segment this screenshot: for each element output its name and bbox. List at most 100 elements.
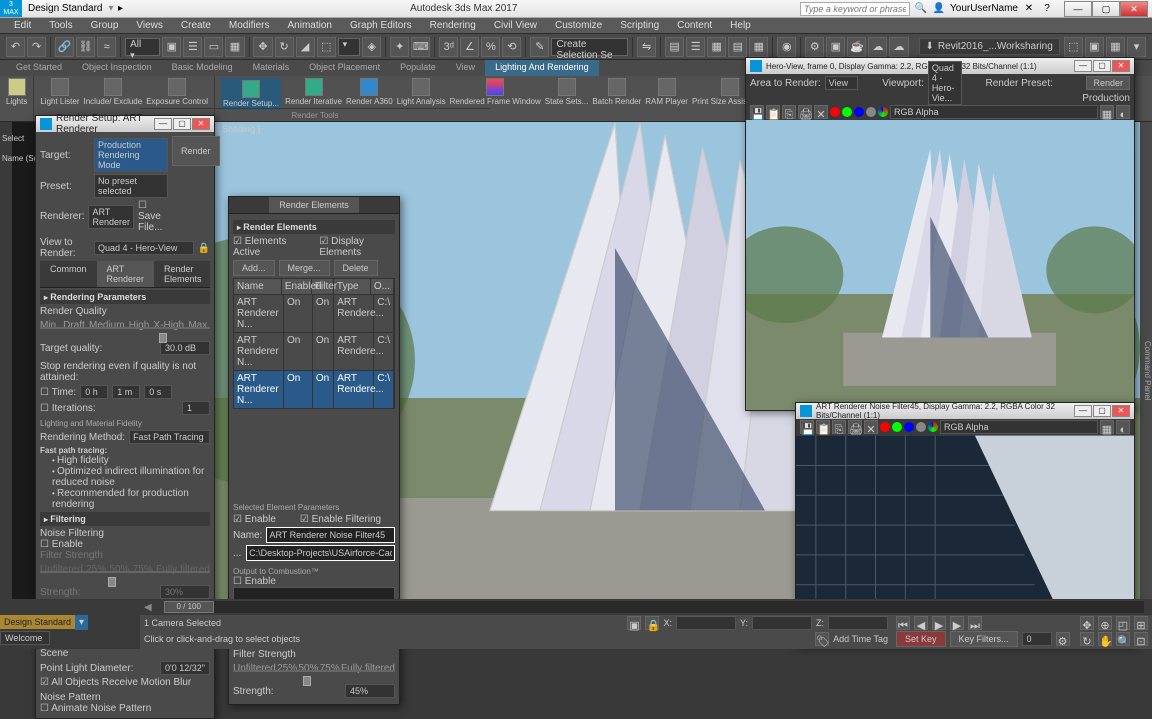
workspace-badge[interactable]: Design Standard — [0, 615, 75, 629]
spinner-snap-button[interactable]: ⟲ — [502, 37, 521, 57]
select-name-button[interactable]: ☰ — [183, 37, 202, 57]
vp-nav-8-icon[interactable]: ⊡ — [1134, 632, 1148, 646]
view-select[interactable]: Quad 4 - Hero-View — [94, 241, 194, 255]
named-sel-dropdown[interactable]: Create Selection Se ▾ — [551, 38, 628, 56]
render-setup-button-ribbon[interactable]: Render Setup... — [221, 78, 281, 110]
menu-content[interactable]: Content — [669, 20, 720, 31]
angle-snap-button[interactable]: ∠ — [460, 37, 479, 57]
vp-select[interactable]: Quad 4 - Hero-Vie... — [928, 61, 962, 105]
dlg-max-button[interactable]: ▢ — [1093, 60, 1111, 72]
menu-scripting[interactable]: Scripting — [612, 20, 667, 31]
select-button[interactable]: ▣ — [162, 37, 181, 57]
help-icon[interactable]: ? — [1040, 2, 1054, 16]
maximize-button[interactable]: ▢ — [1092, 1, 1120, 17]
menu-modifiers[interactable]: Modifiers — [221, 20, 278, 31]
selection-filter[interactable]: All ▾ — [125, 38, 160, 56]
rfw-render-button[interactable]: Render — [1086, 76, 1130, 90]
clear-icon[interactable]: ✕ — [814, 105, 828, 119]
re-tab[interactable]: Render Elements — [269, 197, 359, 213]
help-search-input[interactable] — [800, 2, 910, 16]
x-input[interactable] — [676, 616, 736, 630]
menu-customize[interactable]: Customize — [547, 20, 610, 31]
menu-help[interactable]: Help — [722, 20, 759, 31]
elements-active-check[interactable]: Elements Active — [233, 236, 303, 258]
curve-editor-button[interactable]: ▤ — [728, 37, 747, 57]
vp-nav-7-icon[interactable]: 🔍 — [1116, 632, 1130, 646]
display-elements-check[interactable]: Display Elements — [319, 236, 395, 258]
save-file-check[interactable]: Save File... — [138, 200, 168, 233]
y-input[interactable] — [752, 616, 812, 630]
rtab-basic-modeling[interactable]: Basic Modeling — [162, 60, 243, 76]
vp-nav-2-icon[interactable]: ⊕ — [1098, 616, 1112, 630]
frame-input[interactable] — [1022, 632, 1052, 646]
scale-button[interactable]: ◢ — [296, 37, 315, 57]
time-s[interactable]: 0 s — [144, 385, 172, 399]
rtab-populate[interactable]: Populate — [390, 60, 446, 76]
nf-slider[interactable] — [233, 670, 395, 672]
toggle-icon[interactable]: ◐ — [1116, 105, 1130, 119]
exposure-button[interactable]: Exposure Control — [146, 78, 208, 106]
sep-filter-check[interactable]: Enable Filtering — [300, 514, 381, 525]
key-filters-button[interactable]: Key Filters... — [950, 631, 1018, 647]
set-key-button[interactable]: Set Key — [896, 631, 946, 647]
rtab-object-inspection[interactable]: Object Inspection — [72, 60, 162, 76]
bind-button[interactable]: ≈ — [97, 37, 116, 57]
tab-render-elements[interactable]: Render Elements — [154, 261, 212, 287]
rtab-view[interactable]: View — [446, 60, 485, 76]
quality-slider[interactable] — [40, 327, 210, 329]
animate-np-check[interactable]: Animate Noise Pattern — [40, 703, 210, 714]
light-lister-button[interactable]: Light Lister — [40, 78, 79, 106]
ws-dropdown-icon[interactable]: ▾ — [75, 615, 88, 630]
batch-render-button[interactable]: Batch Render — [592, 78, 641, 110]
combustion-enable-check[interactable]: Enable — [233, 576, 395, 587]
align-button[interactable]: ▤ — [665, 37, 684, 57]
element-name-input[interactable] — [266, 527, 395, 543]
vp-nav-5-icon[interactable]: ↻ — [1080, 632, 1094, 646]
clone-icon[interactable]: ⎘ — [782, 105, 796, 119]
menu-civil-view[interactable]: Civil View — [486, 20, 545, 31]
play-icon[interactable]: ▶ — [932, 616, 946, 630]
channel-select[interactable]: RGB Alpha — [890, 105, 1098, 119]
rtab-object-placement[interactable]: Object Placement — [299, 60, 390, 76]
preset-select[interactable]: No preset selected — [94, 174, 168, 198]
ram-player-button[interactable]: RAM Player — [645, 78, 688, 110]
tab-common[interactable]: Common — [40, 261, 97, 287]
next-frame-icon[interactable]: ▶ — [950, 616, 964, 630]
pld-value[interactable]: 0'0 12/32" — [160, 661, 210, 675]
tb-icon-1[interactable]: ⬚ — [1064, 37, 1083, 57]
rfw1-image[interactable] — [746, 120, 1134, 410]
rendered-fw-button[interactable]: Rendered Frame Window — [450, 78, 541, 110]
vp-nav-3-icon[interactable]: ◰ — [1116, 616, 1130, 630]
time-m[interactable]: 1 m — [112, 385, 140, 399]
vp-nav-1-icon[interactable]: ✥ — [1080, 616, 1094, 630]
time-config-icon[interactable]: ⚙ — [1056, 632, 1070, 646]
maxscript-input[interactable] — [0, 631, 50, 645]
username-label[interactable]: YourUserName — [950, 3, 1018, 14]
qat-icon[interactable]: ▸ — [114, 2, 128, 16]
material-button[interactable]: ◉ — [777, 37, 796, 57]
copy-icon[interactable]: 📋 — [766, 105, 780, 119]
alpha-channel-icon[interactable] — [916, 422, 926, 432]
enable-filter-check[interactable]: Enable — [40, 539, 210, 550]
vp-nav-4-icon[interactable]: ⊞ — [1134, 616, 1148, 630]
dlg-close-button[interactable]: ✕ — [192, 118, 210, 130]
placement-button[interactable]: ⬚ — [317, 37, 336, 57]
merge-button[interactable]: Merge... — [279, 260, 330, 276]
workspace-selector[interactable]: Design Standard — [22, 3, 109, 14]
render-a360-button[interactable]: ☁ — [868, 37, 887, 57]
rotate-button[interactable]: ↻ — [275, 37, 294, 57]
ref-coord[interactable]: ▾ — [338, 38, 361, 56]
menu-group[interactable]: Group — [83, 20, 127, 31]
green-channel-icon[interactable] — [842, 107, 852, 117]
tb-icon-2[interactable]: ▣ — [1085, 37, 1104, 57]
toggle-icon[interactable]: ◐ — [1116, 420, 1130, 434]
ribbon-button[interactable]: ▦ — [707, 37, 726, 57]
move-button[interactable]: ✥ — [253, 37, 272, 57]
element-path-input[interactable] — [246, 545, 395, 561]
clone-icon[interactable]: ⎘ — [832, 420, 846, 434]
dlg-min-button[interactable]: — — [1074, 405, 1092, 417]
render-iterative-button[interactable]: Render Iterative — [285, 78, 342, 110]
add-button[interactable]: Add... — [233, 260, 275, 276]
goto-end-icon[interactable]: ⏭ — [968, 616, 982, 630]
light-analysis-button[interactable]: Light Analysis — [397, 78, 446, 110]
